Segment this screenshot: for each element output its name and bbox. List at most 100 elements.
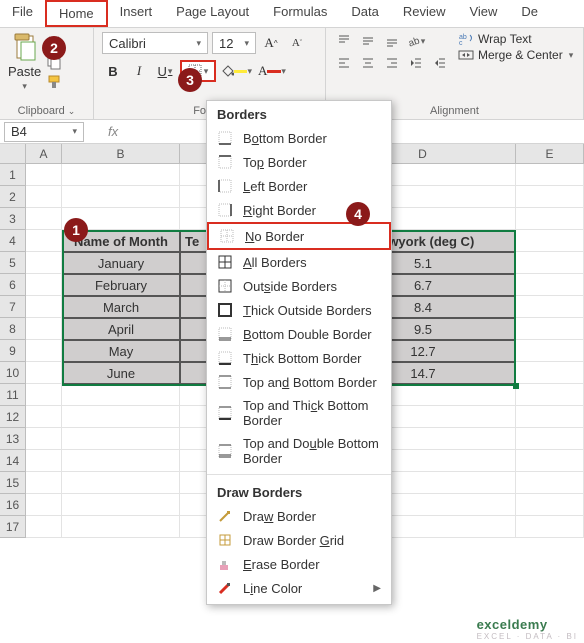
wrap-text-button[interactable]: abcWrap Text	[458, 32, 573, 46]
cell-B12[interactable]	[62, 406, 180, 428]
row-header-4[interactable]: 4	[0, 230, 26, 252]
font-color-button[interactable]: A▾	[256, 60, 288, 82]
cell-E4[interactable]	[516, 230, 584, 252]
cell-A11[interactable]	[26, 384, 62, 406]
menu-home[interactable]: Home	[45, 0, 108, 27]
draw-border-option-1[interactable]: Draw Border Grid	[207, 528, 391, 552]
cell-A15[interactable]	[26, 472, 62, 494]
cell-E17[interactable]	[516, 516, 584, 538]
cell-E1[interactable]	[516, 164, 584, 186]
menu-data[interactable]: Data	[339, 0, 390, 27]
cell-E8[interactable]	[516, 318, 584, 340]
font-size-select[interactable]: 12▾	[212, 32, 256, 54]
row-header-8[interactable]: 8	[0, 318, 26, 340]
cell-B11[interactable]	[62, 384, 180, 406]
cell-A5[interactable]	[26, 252, 62, 274]
increase-indent-button[interactable]	[430, 54, 450, 72]
bold-button[interactable]: B	[102, 60, 124, 82]
row-header-12[interactable]: 12	[0, 406, 26, 428]
border-option-1[interactable]: Top Border	[207, 150, 391, 174]
orientation-button[interactable]: ab▾	[406, 32, 426, 50]
draw-border-option-0[interactable]: Draw Border	[207, 504, 391, 528]
row-header-2[interactable]: 2	[0, 186, 26, 208]
paste-dropdown-icon[interactable]: ▾	[22, 81, 27, 92]
menu-view[interactable]: View	[457, 0, 509, 27]
cell-A16[interactable]	[26, 494, 62, 516]
cell-B5[interactable]: January	[62, 252, 180, 274]
row-header-9[interactable]: 9	[0, 340, 26, 362]
col-header-A[interactable]: A	[26, 144, 62, 163]
increase-font-button[interactable]: A^	[260, 32, 282, 54]
italic-button[interactable]: I	[128, 60, 150, 82]
row-header-6[interactable]: 6	[0, 274, 26, 296]
cell-A12[interactable]	[26, 406, 62, 428]
row-header-5[interactable]: 5	[0, 252, 26, 274]
row-header-11[interactable]: 11	[0, 384, 26, 406]
format-painter-button[interactable]	[45, 74, 63, 90]
fill-color-button[interactable]: ▾	[220, 60, 252, 82]
decrease-indent-button[interactable]	[406, 54, 426, 72]
cell-E15[interactable]	[516, 472, 584, 494]
cell-E12[interactable]	[516, 406, 584, 428]
align-bottom-button[interactable]	[382, 32, 402, 50]
menu-page-layout[interactable]: Page Layout	[164, 0, 261, 27]
align-left-button[interactable]	[334, 54, 354, 72]
menu-review[interactable]: Review	[391, 0, 458, 27]
border-option-11[interactable]: Top and Thick Bottom Border	[207, 394, 391, 432]
row-header-16[interactable]: 16	[0, 494, 26, 516]
row-header-13[interactable]: 13	[0, 428, 26, 450]
decrease-font-button[interactable]: Aˇ	[286, 32, 308, 54]
cell-B14[interactable]	[62, 450, 180, 472]
selection-handle[interactable]	[513, 383, 519, 389]
border-option-8[interactable]: Bottom Double Border	[207, 322, 391, 346]
cell-E7[interactable]	[516, 296, 584, 318]
row-header-15[interactable]: 15	[0, 472, 26, 494]
cell-A1[interactable]	[26, 164, 62, 186]
cell-E9[interactable]	[516, 340, 584, 362]
align-middle-button[interactable]	[358, 32, 378, 50]
cell-A9[interactable]	[26, 340, 62, 362]
cell-B17[interactable]	[62, 516, 180, 538]
cell-B1[interactable]	[62, 164, 180, 186]
menu-file[interactable]: File	[0, 0, 45, 27]
merge-center-button[interactable]: Merge & Center▾	[458, 48, 573, 62]
cell-E10[interactable]	[516, 362, 584, 384]
border-option-10[interactable]: Top and Bottom Border	[207, 370, 391, 394]
menu-formulas[interactable]: Formulas	[261, 0, 339, 27]
cell-E11[interactable]	[516, 384, 584, 406]
underline-button[interactable]: U▾	[154, 60, 176, 82]
cell-B8[interactable]: April	[62, 318, 180, 340]
cell-B16[interactable]	[62, 494, 180, 516]
border-option-7[interactable]: Thick Outside Borders	[207, 298, 391, 322]
name-box[interactable]: B4▾	[4, 122, 84, 142]
border-option-4[interactable]: No Border	[207, 222, 391, 250]
border-option-0[interactable]: Bottom Border	[207, 126, 391, 150]
row-header-14[interactable]: 14	[0, 450, 26, 472]
menu-developer[interactable]: De	[509, 0, 550, 27]
cell-A13[interactable]	[26, 428, 62, 450]
cell-B15[interactable]	[62, 472, 180, 494]
cell-A2[interactable]	[26, 186, 62, 208]
cell-A4[interactable]	[26, 230, 62, 252]
row-header-1[interactable]: 1	[0, 164, 26, 186]
cell-B6[interactable]: February	[62, 274, 180, 296]
cell-B10[interactable]: June	[62, 362, 180, 384]
draw-border-option-3[interactable]: Line Color▶	[207, 576, 391, 600]
cell-A8[interactable]	[26, 318, 62, 340]
border-option-9[interactable]: Thick Bottom Border	[207, 346, 391, 370]
paste-button[interactable]: Paste ▾	[8, 32, 41, 92]
border-option-2[interactable]: Left Border	[207, 174, 391, 198]
cell-B9[interactable]: May	[62, 340, 180, 362]
col-header-B[interactable]: B	[62, 144, 180, 163]
cell-A14[interactable]	[26, 450, 62, 472]
cell-A6[interactable]	[26, 274, 62, 296]
cell-E14[interactable]	[516, 450, 584, 472]
cell-B13[interactable]	[62, 428, 180, 450]
cell-A3[interactable]	[26, 208, 62, 230]
cell-B2[interactable]	[62, 186, 180, 208]
row-header-3[interactable]: 3	[0, 208, 26, 230]
cell-E2[interactable]	[516, 186, 584, 208]
cell-A7[interactable]	[26, 296, 62, 318]
border-option-12[interactable]: Top and Double Bottom Border	[207, 432, 391, 470]
cell-E3[interactable]	[516, 208, 584, 230]
